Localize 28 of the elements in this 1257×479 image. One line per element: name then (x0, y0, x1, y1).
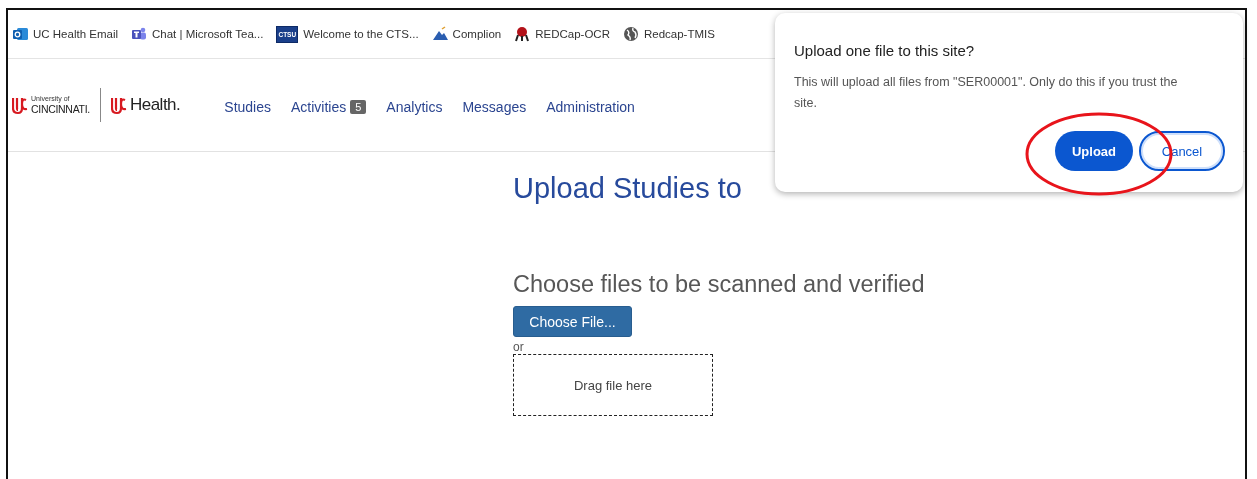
page-heading: Upload Studies to (513, 172, 743, 205)
dialog-message: This will upload all files from "SER00001". Only do this if you trust the site. (794, 74, 1179, 112)
bookmark[interactable]: Complion (431, 26, 502, 42)
bookmark[interactable]: Chat | Microsoft Tea... (131, 26, 264, 42)
mail-icon (12, 26, 28, 42)
upload-button[interactable]: Upload (1055, 131, 1133, 171)
nav-link[interactable]: Analytics (386, 99, 443, 115)
or-text: or (513, 341, 525, 354)
nav-link[interactable]: Studies (224, 99, 271, 115)
nav-link[interactable]: Activities (291, 99, 347, 115)
figure-icon (514, 26, 531, 42)
logo-mark-icon (110, 95, 127, 115)
bookmark[interactable]: Redcap-TMIS (622, 26, 715, 42)
bookmark[interactable]: REDCap-OCR (514, 26, 610, 42)
dialog-title: Upload one file to this site? (794, 42, 976, 59)
nav-link[interactable]: Messages (462, 99, 527, 115)
logo-mark-icon (12, 95, 28, 115)
logo-text: CINCINNATI. (31, 103, 90, 115)
bookmark[interactable]: UC Health Email (12, 26, 118, 42)
globe-icon (622, 26, 639, 42)
people-icon (131, 26, 147, 42)
logo-text: Health. (129, 95, 181, 115)
count-badge: 5 (350, 100, 367, 114)
section-heading: Choose files to be scanned and verified (513, 271, 926, 298)
drop-zone[interactable]: Drag file here (513, 354, 713, 416)
nav-link[interactable]: Administration (546, 99, 635, 115)
choose-file-button[interactable]: Choose File... (513, 306, 632, 337)
mountain-icon (431, 26, 448, 42)
